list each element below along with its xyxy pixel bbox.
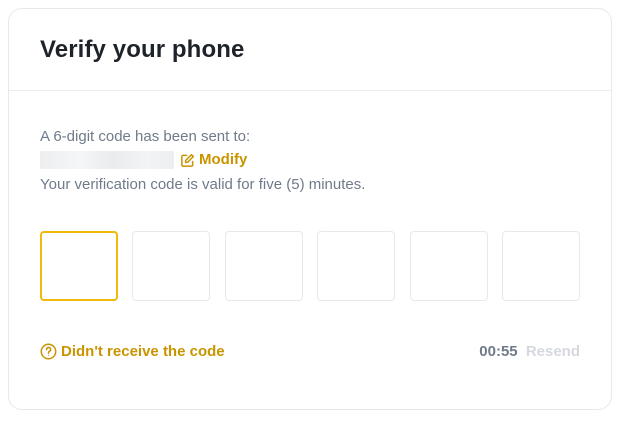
code-digit-input-1[interactable] bbox=[40, 231, 118, 301]
edit-icon bbox=[181, 153, 195, 167]
didnt-receive-code-link[interactable]: Didn't receive the code bbox=[40, 343, 225, 360]
sent-to-label: A 6-digit code has been sent to: bbox=[40, 128, 251, 145]
card-body: A 6-digit code has been sent to: Modify … bbox=[9, 127, 611, 360]
modify-label: Modify bbox=[199, 151, 248, 168]
card-header: Verify your phone bbox=[9, 9, 611, 91]
countdown-timer: 00:55 bbox=[479, 343, 518, 360]
masked-phone-number bbox=[40, 151, 174, 169]
code-digit-input-6[interactable] bbox=[501, 231, 580, 301]
help-label: Didn't receive the code bbox=[61, 343, 225, 360]
verify-phone-card: Verify your phone A 6-digit code has bee… bbox=[8, 8, 612, 410]
code-digit-input-5[interactable] bbox=[409, 231, 488, 301]
card-footer: Didn't receive the code 00:55 Resend bbox=[40, 343, 580, 360]
code-digit-input-4[interactable] bbox=[317, 231, 396, 301]
modify-phone-link[interactable]: Modify bbox=[180, 150, 247, 170]
resend-button[interactable]: Resend bbox=[526, 343, 580, 360]
code-digit-input-2[interactable] bbox=[132, 231, 211, 301]
validity-text: Your verification code is valid for five… bbox=[40, 176, 366, 193]
verification-code-inputs bbox=[40, 231, 580, 301]
question-circle-icon bbox=[40, 343, 57, 360]
page-title: Verify your phone bbox=[40, 35, 245, 63]
phone-row: Modify bbox=[40, 148, 580, 172]
code-digit-input-3[interactable] bbox=[224, 231, 303, 301]
resend-area: 00:55 Resend bbox=[479, 343, 580, 360]
